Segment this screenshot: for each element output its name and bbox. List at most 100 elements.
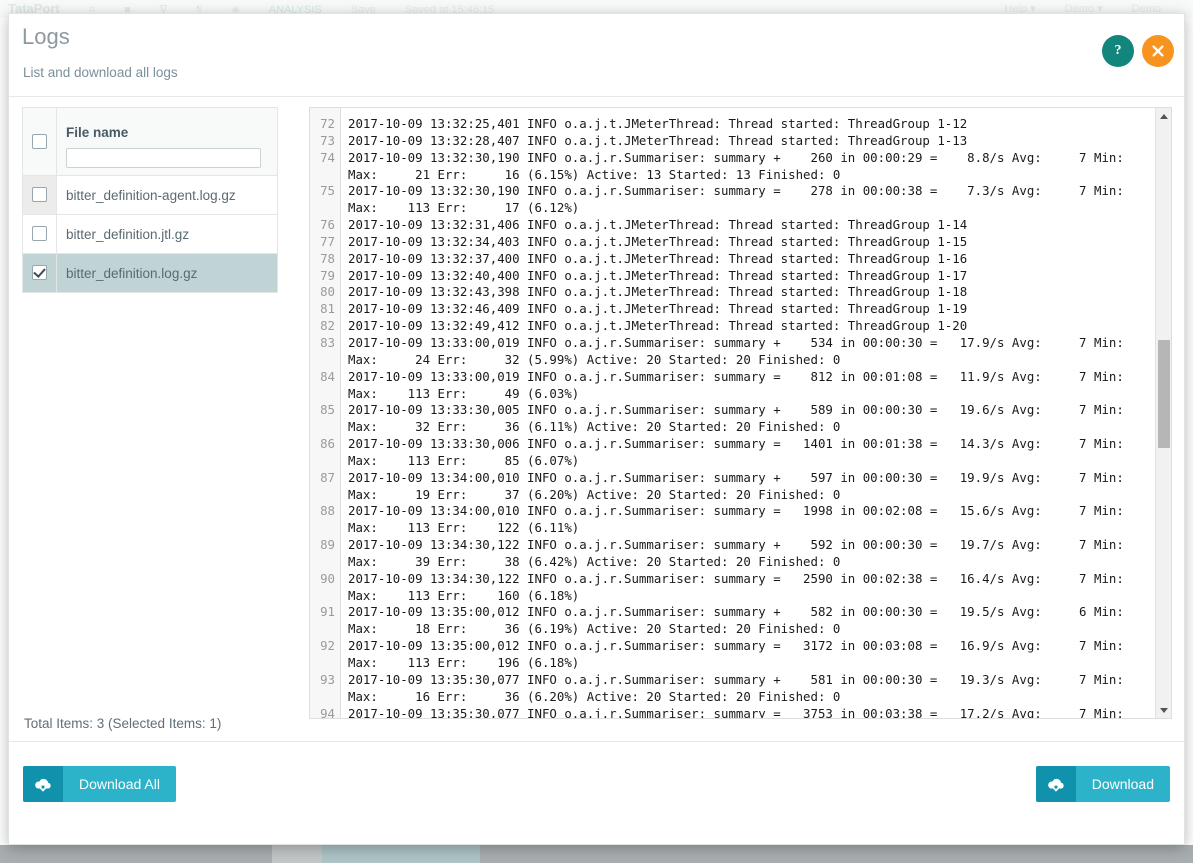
file-row-name-cell: bitter_definition.jtl.gz xyxy=(56,214,278,254)
file-name-column-label: File name xyxy=(66,124,129,140)
file-row-name-cell: bitter_definition.log.gz xyxy=(56,253,278,293)
scroll-up-arrow-icon[interactable] xyxy=(1156,108,1171,124)
background-taskbar-chip xyxy=(322,845,480,863)
log-line: Max: 113 Err: 85 (6.07%) xyxy=(310,453,1155,470)
log-line-text: 2017-10-09 13:32:31,406 INFO o.a.j.t.JMe… xyxy=(348,217,968,233)
file-table-body: bitter_definition-agent.log.gz bitter_def… xyxy=(22,175,278,293)
log-line: Max: 113 Err: 196 (6.18%) xyxy=(310,655,1155,672)
log-line-number: 84 xyxy=(320,368,335,384)
log-line-number: 81 xyxy=(320,301,335,317)
log-line-number: 82 xyxy=(320,318,335,334)
log-line-text: 2017-10-09 13:34:00,010 INFO o.a.j.r.Sum… xyxy=(348,503,1155,519)
log-vertical-scrollbar[interactable] xyxy=(1155,108,1171,718)
log-line-text: 2017-10-09 13:32:34,403 INFO o.a.j.t.JMe… xyxy=(348,233,968,249)
log-line-number: 88 xyxy=(320,503,335,519)
log-line-text: Max: 113 Err: 122 (6.11%) xyxy=(348,520,580,536)
modal-footer: Download All Download xyxy=(9,741,1184,844)
log-line: 76 2017-10-09 13:32:31,406 INFO o.a.j.t.J… xyxy=(310,217,1155,234)
log-line: 85 2017-10-09 13:33:30,005 INFO o.a.j.r.S… xyxy=(310,402,1155,419)
help-button[interactable]: ? xyxy=(1102,35,1134,67)
log-line: 74 2017-10-09 13:32:30,190 INFO o.a.j.r.S… xyxy=(310,150,1155,167)
file-row-checkbox-cell xyxy=(22,175,57,215)
log-line-text: 2017-10-09 13:32:28,407 INFO o.a.j.t.JMe… xyxy=(348,132,968,148)
log-line-number: 86 xyxy=(320,436,335,452)
log-line-text: 2017-10-09 13:33:00,019 INFO o.a.j.r.Sum… xyxy=(348,368,1155,384)
log-line: Max: 32 Err: 36 (6.11%) Active: 20 Start… xyxy=(310,419,1155,436)
download-button[interactable]: Download xyxy=(1035,766,1170,802)
log-line-number: 94 xyxy=(320,705,335,718)
background-taskbar-chip xyxy=(272,845,322,863)
file-table-row[interactable]: bitter_definition.jtl.gz xyxy=(22,214,278,254)
log-line-text: Max: 21 Err: 16 (6.15%) Active: 13 Start… xyxy=(348,166,841,182)
log-line-text: 2017-10-09 13:35:30,077 INFO o.a.j.r.Sum… xyxy=(348,705,1124,718)
log-line: 87 2017-10-09 13:34:00,010 INFO o.a.j.r.S… xyxy=(310,470,1155,487)
file-table-row[interactable]: bitter_definition-agent.log.gz xyxy=(22,175,278,215)
log-line: 78 2017-10-09 13:32:37,400 INFO o.a.j.t.J… xyxy=(310,251,1155,268)
log-line: 91 2017-10-09 13:35:00,012 INFO o.a.j.r.S… xyxy=(310,604,1155,621)
cloud-download-icon xyxy=(23,766,63,802)
log-line-text: 2017-10-09 13:32:25,401 INFO o.a.j.t.JMe… xyxy=(348,116,968,131)
total-items-status: Total Items: 3 (Selected Items: 1) xyxy=(24,716,222,731)
log-scroll-area[interactable]: 72 2017-10-09 13:32:25,401 INFO o.a.j.t.J… xyxy=(310,108,1155,718)
log-line: Max: 113 Err: 160 (6.18%) xyxy=(310,588,1155,605)
file-row-checkbox-cell xyxy=(22,214,57,254)
log-line-text: 2017-10-09 13:35:00,012 INFO o.a.j.r.Sum… xyxy=(348,604,1155,620)
log-line: 79 2017-10-09 13:32:40,400 INFO o.a.j.t.J… xyxy=(310,268,1155,285)
file-row-name-label: bitter_definition-agent.log.gz xyxy=(66,187,236,203)
log-line: Max: 24 Err: 32 (5.99%) Active: 20 Start… xyxy=(310,352,1155,369)
log-line: Max: 21 Err: 16 (6.15%) Active: 13 Start… xyxy=(310,167,1155,184)
log-line-text: 2017-10-09 13:32:30,190 INFO o.a.j.r.Sum… xyxy=(348,149,1155,165)
log-line-text: Max: 32 Err: 36 (6.11%) Active: 20 Start… xyxy=(348,419,841,435)
log-line-text: 2017-10-09 13:32:37,400 INFO o.a.j.t.JMe… xyxy=(348,250,968,266)
cloud-download-icon xyxy=(1035,766,1076,802)
log-line: 92 2017-10-09 13:35:00,012 INFO o.a.j.r.S… xyxy=(310,638,1155,655)
log-line-number: 93 xyxy=(320,671,335,687)
log-line: Max: 113 Err: 122 (6.11%) xyxy=(310,520,1155,537)
log-line: 82 2017-10-09 13:32:49,412 INFO o.a.j.t.J… xyxy=(310,318,1155,335)
background-taskbar xyxy=(0,845,1193,863)
log-line-text: 2017-10-09 13:34:30,122 INFO o.a.j.r.Sum… xyxy=(348,537,1155,553)
file-row-checkbox[interactable] xyxy=(32,226,47,242)
file-list-panel: File name bitter_definition-agent.log.gz… xyxy=(22,107,278,293)
file-row-checkbox[interactable] xyxy=(32,265,47,281)
log-line-text: 2017-10-09 13:32:43,398 INFO o.a.j.t.JMe… xyxy=(348,284,968,300)
scrollbar-thumb[interactable] xyxy=(1158,340,1170,448)
log-line: 94 2017-10-09 13:35:30,077 INFO o.a.j.r.S… xyxy=(310,706,1155,718)
log-line-text: Max: 18 Err: 36 (6.19%) Active: 20 Start… xyxy=(348,621,841,637)
log-line-number: 90 xyxy=(320,570,335,586)
log-line-number: 92 xyxy=(320,638,335,654)
log-content: 72 2017-10-09 13:32:25,401 INFO o.a.j.t.J… xyxy=(310,116,1155,718)
log-line-number: 76 xyxy=(320,217,335,233)
select-all-checkbox[interactable] xyxy=(32,133,47,149)
log-line: Max: 16 Err: 36 (6.20%) Active: 20 Start… xyxy=(310,689,1155,706)
logs-modal: Logs List and download all logs ? File n… xyxy=(8,13,1185,845)
scroll-down-arrow-icon[interactable] xyxy=(1156,702,1171,718)
log-line: 77 2017-10-09 13:32:34,403 INFO o.a.j.t.J… xyxy=(310,234,1155,251)
log-line: 75 2017-10-09 13:32:30,190 INFO o.a.j.r.S… xyxy=(310,183,1155,200)
file-table-row[interactable]: bitter_definition.log.gz xyxy=(22,253,278,293)
download-all-label: Download All xyxy=(63,766,176,802)
log-line: 89 2017-10-09 13:34:30,122 INFO o.a.j.r.S… xyxy=(310,537,1155,554)
file-name-filter-input[interactable] xyxy=(66,147,261,168)
log-line-number: 79 xyxy=(320,267,335,283)
log-line: Max: 113 Err: 49 (6.03%) xyxy=(310,386,1155,403)
log-line: 83 2017-10-09 13:33:00,019 INFO o.a.j.r.S… xyxy=(310,335,1155,352)
log-line: 90 2017-10-09 13:34:30,122 INFO o.a.j.r.S… xyxy=(310,571,1155,588)
close-x-icon xyxy=(1151,44,1165,58)
log-line: Max: 19 Err: 37 (6.20%) Active: 20 Start… xyxy=(310,487,1155,504)
file-row-name-cell: bitter_definition-agent.log.gz xyxy=(56,175,278,215)
log-line: Max: 39 Err: 38 (6.42%) Active: 20 Start… xyxy=(310,554,1155,571)
file-row-checkbox[interactable] xyxy=(32,187,47,203)
log-line-text: 2017-10-09 13:34:00,010 INFO o.a.j.r.Sum… xyxy=(348,469,1155,485)
log-line-number: 74 xyxy=(320,149,335,165)
close-button[interactable] xyxy=(1142,35,1174,67)
page-title: Logs xyxy=(22,24,70,49)
log-line: 93 2017-10-09 13:35:30,077 INFO o.a.j.r.S… xyxy=(310,672,1155,689)
log-line-text: Max: 113 Err: 85 (6.07%) xyxy=(348,452,580,468)
log-line-text: Max: 113 Err: 49 (6.03%) xyxy=(348,385,580,401)
log-line-text: Max: 16 Err: 36 (6.20%) Active: 20 Start… xyxy=(348,688,841,704)
log-line-number: 78 xyxy=(320,250,335,266)
page-subtitle: List and download all logs xyxy=(23,65,178,80)
log-line-number: 83 xyxy=(320,334,335,350)
download-all-button[interactable]: Download All xyxy=(23,766,176,802)
